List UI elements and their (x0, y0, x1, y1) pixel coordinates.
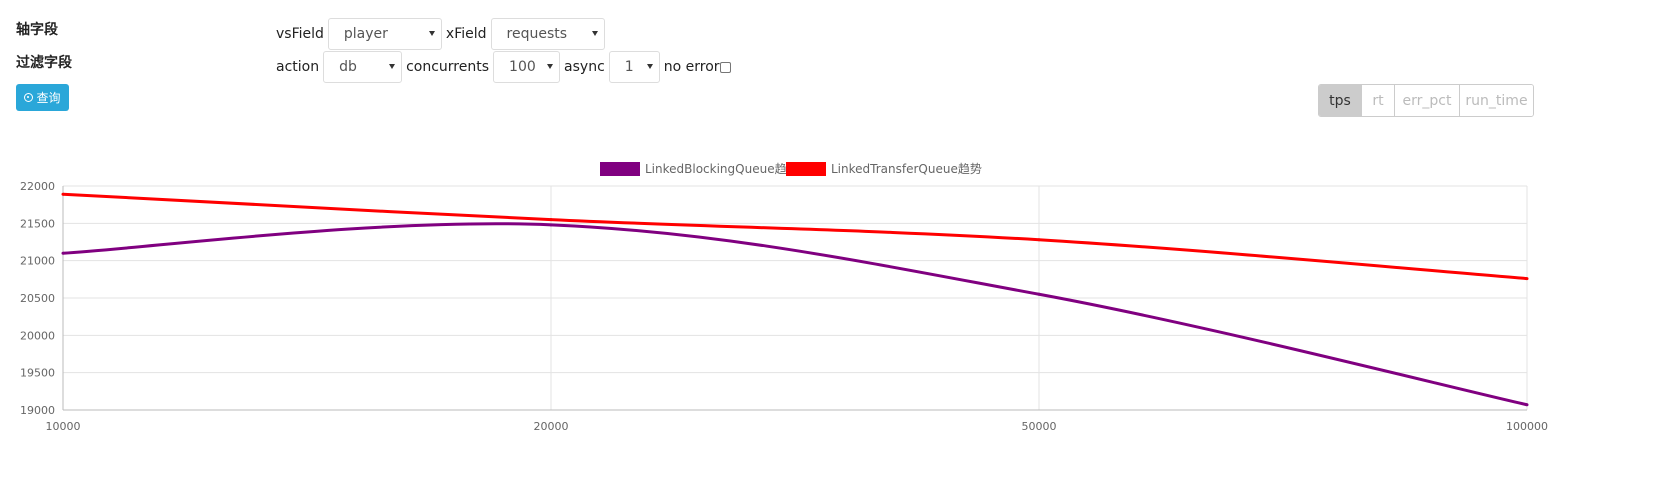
legend-swatch (600, 162, 640, 176)
filter-field-row: action db concurrents 100 async 1 no err… (276, 50, 731, 84)
line-chart: 19000 19500 20000 20500 21000 21500 22000 10000… (20, 162, 1548, 433)
tab-rt[interactable]: rt (1361, 85, 1394, 116)
data-point (1525, 403, 1529, 407)
legend-label: LinkedTransferQueue趋势 (831, 162, 982, 176)
chevron-down-icon (428, 31, 435, 36)
data-point (1037, 292, 1041, 296)
axis-field-label: 轴字段 (16, 22, 58, 38)
series-line (62, 222, 1528, 407)
tab-run-time[interactable]: run_time (1459, 85, 1533, 116)
x-tick-label: 100000 (1506, 420, 1548, 433)
y-tick-label: 20000 (20, 329, 55, 342)
query-button-label: 查询 (36, 91, 61, 105)
concurrents-value: 100 (509, 59, 536, 75)
action-value: db (339, 59, 357, 75)
x-field-value: requests (506, 26, 568, 42)
concurrents-label: concurrents (406, 59, 490, 75)
metric-tab-group: tps rt err_pct run_time (1318, 84, 1534, 117)
filter-field-label: 过滤字段 (16, 55, 72, 71)
no-error-label: no error (663, 59, 720, 75)
data-point (61, 251, 65, 255)
async-select[interactable]: 1 (608, 51, 660, 83)
vs-field-select[interactable]: player (327, 18, 442, 50)
chevron-down-icon (389, 64, 396, 69)
y-tick-label: 21000 (20, 255, 55, 268)
series-line (62, 192, 1528, 281)
data-point (1525, 277, 1529, 281)
vs-field-label: vsField (276, 26, 324, 42)
chevron-down-icon (646, 64, 653, 69)
y-tick-label: 22000 (20, 180, 55, 193)
async-label: async (564, 59, 605, 75)
legend-swatch (786, 162, 826, 176)
legend-label: LinkedBlockingQueue趋势 (645, 162, 799, 176)
x-tick-label: 10000 (46, 420, 81, 433)
tab-tps[interactable]: tps (1319, 85, 1361, 116)
target-icon (24, 93, 34, 102)
y-tick-label: 19000 (20, 404, 55, 417)
y-tick-label: 20500 (20, 292, 55, 305)
y-tick-label: 19500 (20, 367, 55, 380)
data-point (549, 223, 553, 227)
x-field-label: xField (445, 26, 487, 42)
data-point (61, 192, 65, 196)
vs-field-value: player (343, 26, 388, 42)
action-select[interactable]: db (323, 51, 403, 83)
async-value: 1 (624, 59, 634, 75)
concurrents-select[interactable]: 100 (493, 51, 561, 83)
tab-err-pct[interactable]: err_pct (1394, 85, 1459, 116)
action-label: action (276, 59, 320, 75)
y-tick-label: 21500 (20, 217, 55, 230)
data-point (1037, 238, 1041, 242)
axis-field-row: vsField player xField requests (276, 17, 609, 51)
x-tick-label: 20000 (534, 420, 569, 433)
query-button[interactable]: 查询 (16, 84, 69, 111)
chevron-down-icon (591, 31, 598, 36)
x-field-select[interactable]: requests (490, 18, 605, 50)
x-tick-label: 50000 (1022, 420, 1057, 433)
no-error-checkbox[interactable] (719, 61, 731, 73)
data-point (549, 218, 553, 222)
chevron-down-icon (547, 64, 554, 69)
